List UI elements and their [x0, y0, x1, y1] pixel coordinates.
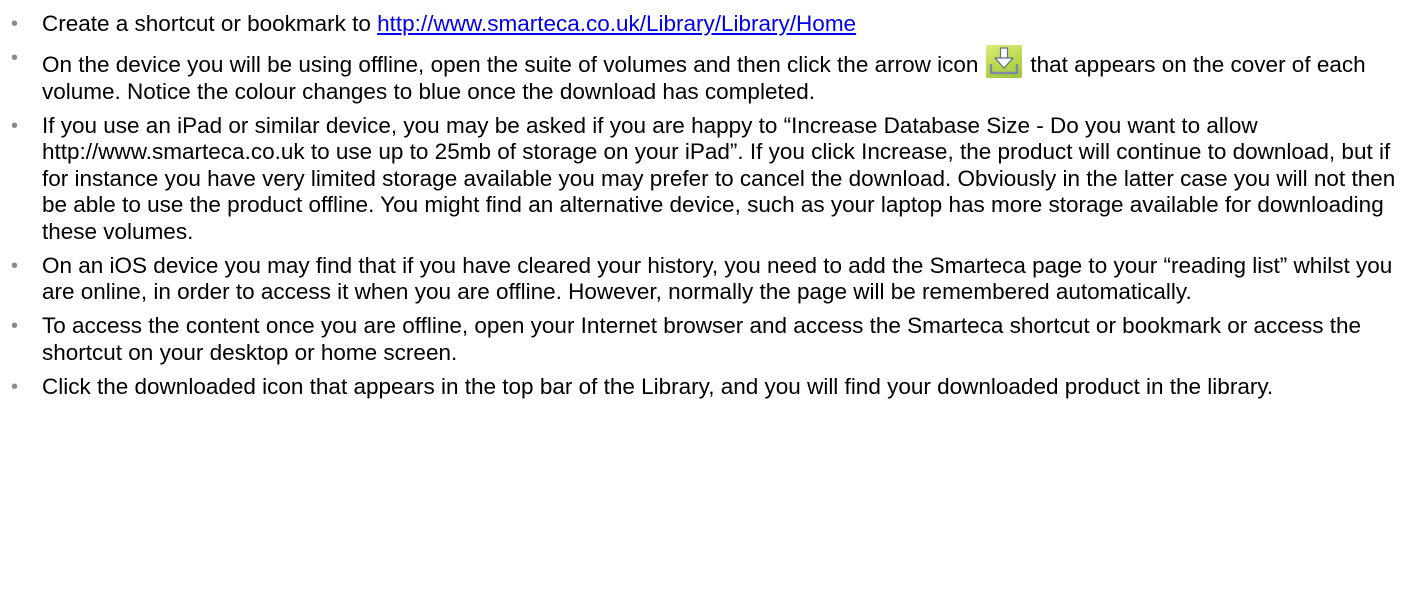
library-home-link[interactable]: http://www.smarteca.co.uk/Library/Librar…: [377, 11, 856, 36]
list-item: • Click the downloaded icon that appears…: [11, 374, 1399, 401]
list-item: • If you use an iPad or similar device, …: [11, 113, 1399, 246]
item-text: On an iOS device you may find that if yo…: [42, 252, 1393, 305]
item-text: Click the downloaded icon that appears i…: [42, 373, 1274, 399]
list-item: • On an iOS device you may find that if …: [11, 253, 1399, 306]
item-text: Create a shortcut or bookmark to: [42, 11, 378, 36]
item-text: If you use an iPad or similar device, yo…: [42, 112, 1396, 244]
bullet-glyph: •: [11, 114, 19, 137]
instruction-list: • Create a shortcut or bookmark to http:…: [11, 11, 1399, 400]
bullet-glyph: •: [11, 315, 19, 337]
document-page: • Create a shortcut or bookmark to http:…: [0, 0, 1419, 605]
item-text: On the device you will be using offline,…: [42, 52, 979, 77]
list-item: • To access the content once you are off…: [11, 313, 1399, 366]
bullet-glyph: •: [11, 13, 19, 35]
item-text: To access the content once you are offli…: [42, 313, 1362, 365]
bullet-glyph: •: [11, 47, 19, 69]
bullet-glyph: •: [11, 375, 19, 398]
list-item: • Create a shortcut or bookmark to http:…: [11, 11, 1399, 38]
download-arrow-icon: [986, 45, 1023, 78]
bullet-glyph: •: [11, 254, 19, 277]
list-item: • On the device you will be using offlin…: [11, 45, 1399, 105]
